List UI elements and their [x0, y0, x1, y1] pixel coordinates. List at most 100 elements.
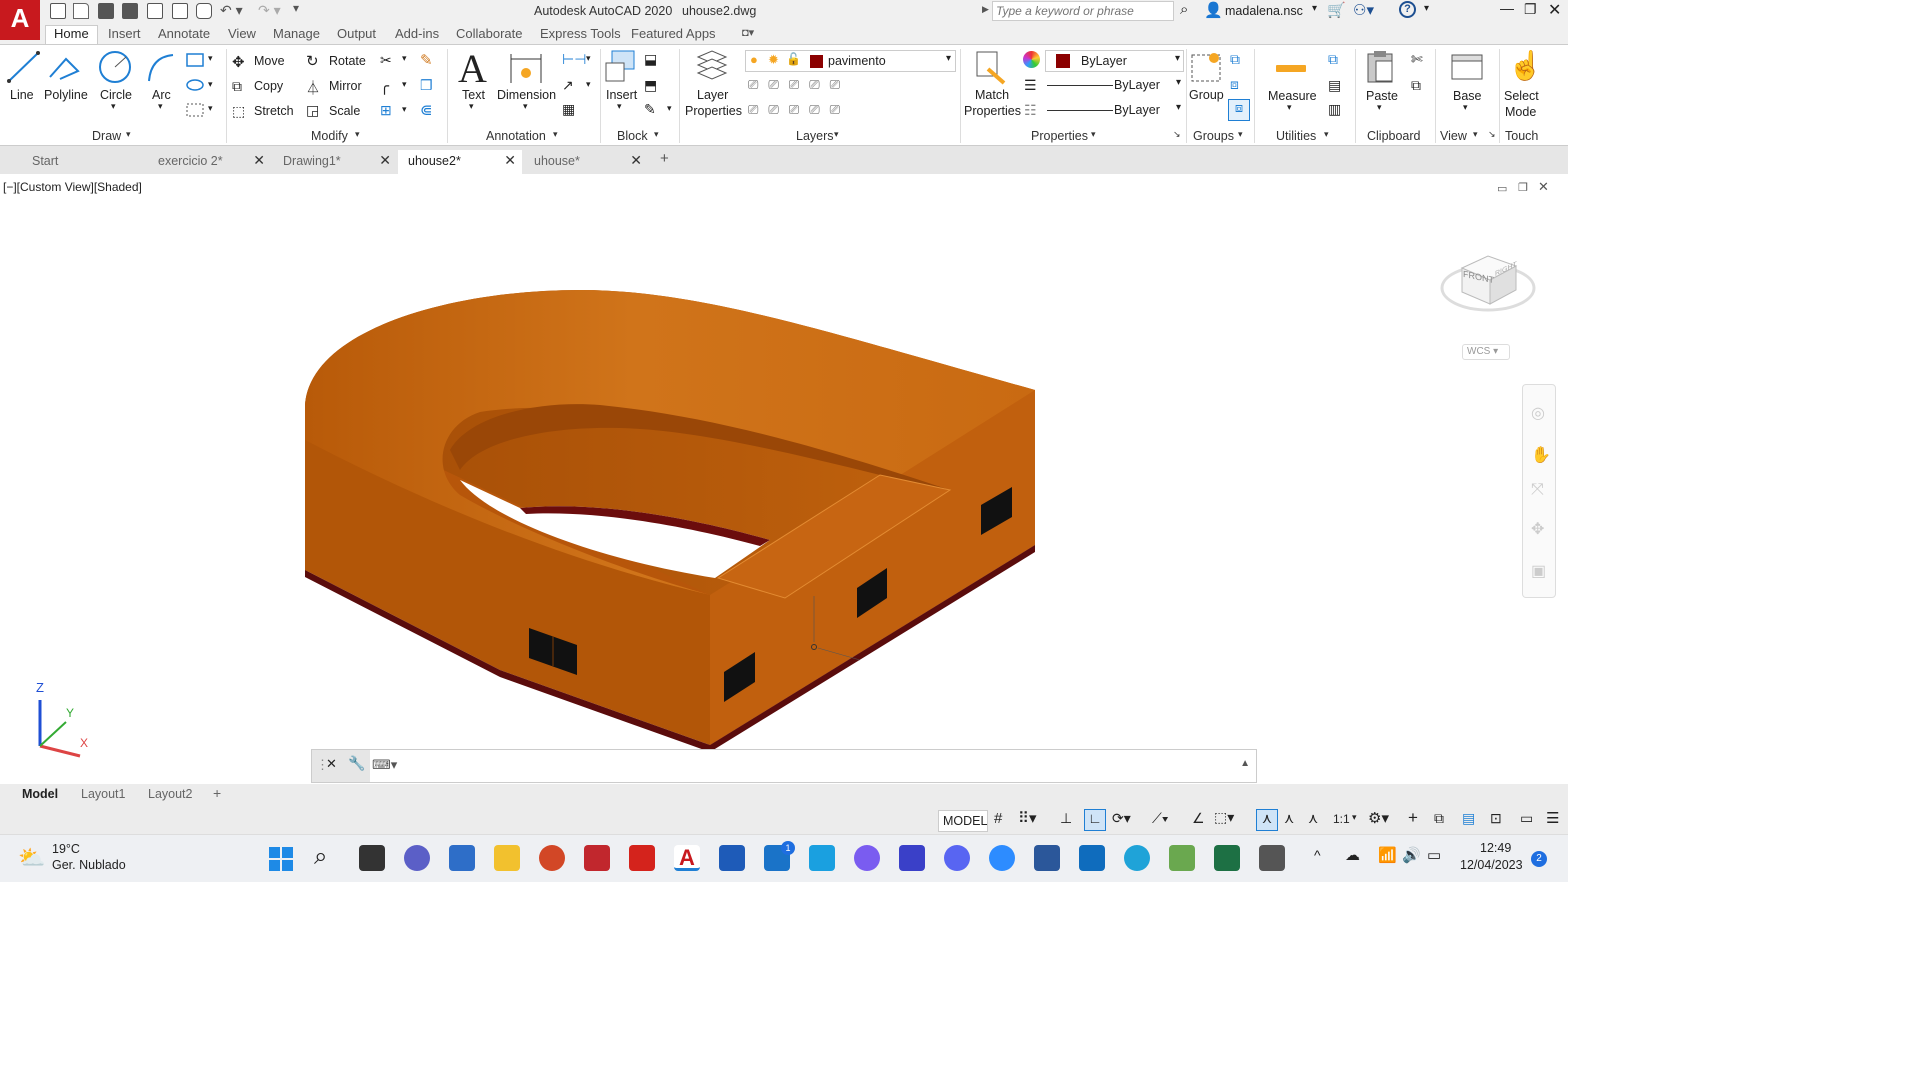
zoom-icon[interactable] — [989, 845, 1015, 871]
new-file-icon[interactable] — [50, 3, 66, 19]
tab-add-ins[interactable]: Add-ins — [395, 26, 439, 41]
edge-icon[interactable] — [1124, 845, 1150, 871]
groups-panel-dropdown-icon[interactable]: ▾ — [1238, 129, 1243, 140]
close-tab-icon[interactable]: ✕ — [379, 152, 391, 169]
dimension-label[interactable]: Dimension — [497, 88, 556, 102]
copy-label[interactable]: Copy — [254, 79, 283, 93]
restore-icon[interactable]: ❐ — [1524, 1, 1537, 18]
lock-ui-icon[interactable]: ⊡ — [1490, 810, 1502, 827]
close-icon[interactable]: ✕ — [1548, 0, 1561, 20]
dimension-icon[interactable] — [508, 51, 544, 85]
layers-panel-title[interactable]: Layers — [796, 129, 834, 143]
customization-menu-icon[interactable]: ☰ — [1546, 809, 1559, 827]
cut-icon[interactable]: ✄ — [1411, 51, 1423, 68]
close-tab-icon[interactable]: ✕ — [630, 152, 642, 169]
battery-icon[interactable]: ▭ — [1427, 846, 1441, 864]
polyline-label[interactable]: Polyline — [44, 88, 88, 102]
trim-icon[interactable]: ✂ — [380, 52, 392, 69]
layer-properties-icon[interactable] — [694, 47, 730, 83]
command-input[interactable] — [400, 754, 1230, 778]
doc-tab-start[interactable]: Start — [22, 150, 146, 174]
tab-manage[interactable]: Manage — [273, 26, 320, 41]
base-dropdown-icon[interactable]: ▾ — [1463, 102, 1468, 113]
annotation-panel-title[interactable]: Annotation — [486, 129, 546, 143]
new-layout-icon[interactable]: + — [213, 785, 221, 801]
undo-icon[interactable]: ↶ ▾ — [220, 2, 243, 19]
drawing-viewport[interactable]: [−][Custom View][Shaded] ▭ ❐ ✕ FRONT RIG… — [0, 174, 1568, 784]
create-block-icon[interactable]: ⬓ — [644, 51, 657, 68]
tab-view[interactable]: View — [228, 26, 256, 41]
circle-icon[interactable] — [97, 49, 133, 85]
discord-icon[interactable] — [944, 845, 970, 871]
copy-clip-icon[interactable]: ⧉ — [1411, 77, 1421, 94]
store-icon[interactable] — [449, 845, 475, 871]
close-tab-icon[interactable]: ✕ — [253, 152, 265, 169]
arc-dropdown-icon[interactable]: ▾ — [158, 101, 163, 112]
autodesk-app-icon[interactable] — [899, 845, 925, 871]
block-panel-title[interactable]: Block — [617, 129, 648, 143]
tab-insert[interactable]: Insert — [108, 26, 141, 41]
grid-icon[interactable]: # — [994, 810, 1002, 827]
viewport-controls-label[interactable]: [−][Custom View][Shaded] — [3, 180, 142, 194]
polyline-icon[interactable] — [46, 53, 82, 83]
app-icon[interactable] — [854, 845, 880, 871]
paste-dropdown-icon[interactable]: ▾ — [1377, 102, 1382, 113]
color-dropdown-icon[interactable]: ▾ — [1175, 53, 1180, 64]
view-panel-dropdown-icon[interactable]: ▾ — [1473, 129, 1478, 140]
linear-dim-dropdown-icon[interactable]: ▾ — [586, 53, 591, 64]
polar-icon[interactable]: ⟳▾ — [1112, 810, 1131, 827]
hatch-dropdown-icon[interactable]: ▾ — [208, 79, 213, 90]
array-dropdown-icon[interactable]: ▾ — [402, 104, 407, 115]
object-snap-icon[interactable]: ⬚▾ — [1214, 809, 1234, 826]
fillet-icon[interactable]: ╭ — [380, 77, 389, 95]
pan-icon[interactable]: ✋ — [1531, 445, 1551, 465]
search-input[interactable] — [992, 1, 1174, 21]
layer-tools-row-2-icon[interactable]: ⎚⎚⎚⎚⎚ — [748, 102, 850, 118]
tab-collaborate[interactable]: Collaborate — [456, 26, 523, 41]
modify-panel-title[interactable]: Modify — [311, 129, 348, 143]
hatch-icon[interactable] — [186, 78, 204, 92]
rotate-icon[interactable]: ↻ — [306, 52, 319, 70]
search-taskbar-icon[interactable]: ⌕ — [314, 843, 327, 871]
new-tab-icon[interactable]: + — [660, 150, 669, 167]
attribute-dropdown-icon[interactable]: ▾ — [667, 103, 672, 114]
auto-scale-icon[interactable]: ⋏ — [1284, 810, 1294, 827]
quick-select-icon[interactable]: ⧉ — [1328, 51, 1338, 68]
leader-icon[interactable]: ↗ — [562, 77, 574, 94]
user-dropdown-icon[interactable]: ▾ — [1312, 3, 1317, 14]
linetype-dropdown-icon[interactable]: ▾ — [1176, 77, 1181, 88]
snap-icon[interactable]: ⠿▾ — [1018, 809, 1037, 827]
object-snap-tracking-icon[interactable]: ∠ — [1192, 810, 1205, 827]
line-label[interactable]: Line — [10, 88, 34, 102]
edit-block-icon[interactable]: ⬒ — [644, 77, 657, 94]
lineweight-dropdown[interactable]: ByLayer ▾ — [1045, 100, 1184, 122]
layer-properties-label-1[interactable]: Layer — [697, 88, 728, 102]
insert-block-icon[interactable] — [604, 49, 638, 85]
utilities-panel-dropdown-icon[interactable]: ▾ — [1324, 129, 1329, 140]
rectangle-icon[interactable] — [186, 53, 204, 67]
circle-dropdown-icon[interactable]: ▾ — [111, 101, 116, 112]
word-icon[interactable] — [1034, 845, 1060, 871]
rect-dropdown-icon[interactable]: ▾ — [208, 53, 213, 64]
copy-icon[interactable]: ⧉ — [232, 78, 242, 95]
search-expand-icon[interactable]: ▶ — [982, 4, 989, 15]
clock-time[interactable]: 12:49 — [1480, 841, 1511, 855]
trim-dropdown-icon[interactable]: ▾ — [402, 53, 407, 64]
color-dropdown[interactable]: ByLayer ▾ — [1045, 50, 1184, 72]
groups-panel-title[interactable]: Groups — [1193, 129, 1234, 143]
wcs-menu[interactable]: WCS ▾ — [1462, 344, 1510, 360]
paint-icon[interactable] — [1169, 845, 1195, 871]
doc-tab-uhouse[interactable]: uhouse* ✕ — [524, 150, 648, 174]
group-label[interactable]: Group — [1189, 88, 1224, 102]
id-point-icon[interactable]: ▥ — [1328, 101, 1341, 118]
layers-panel-dropdown-icon[interactable]: ▾ — [834, 129, 839, 140]
tab-express-tools[interactable]: Express Tools — [540, 26, 621, 41]
base-label[interactable]: Base — [1453, 89, 1482, 103]
touch-panel-title[interactable]: Touch — [1505, 129, 1538, 143]
customize-quick-access-icon[interactable]: ▾ — [293, 1, 299, 15]
autocad-taskbar-icon[interactable]: A — [674, 845, 700, 871]
isolate-objects-icon[interactable]: ▭ — [1520, 810, 1533, 827]
move-icon[interactable]: ✥ — [232, 53, 245, 71]
task-view-icon[interactable] — [359, 845, 385, 871]
redo-icon[interactable]: ↷ ▾ — [258, 2, 281, 19]
